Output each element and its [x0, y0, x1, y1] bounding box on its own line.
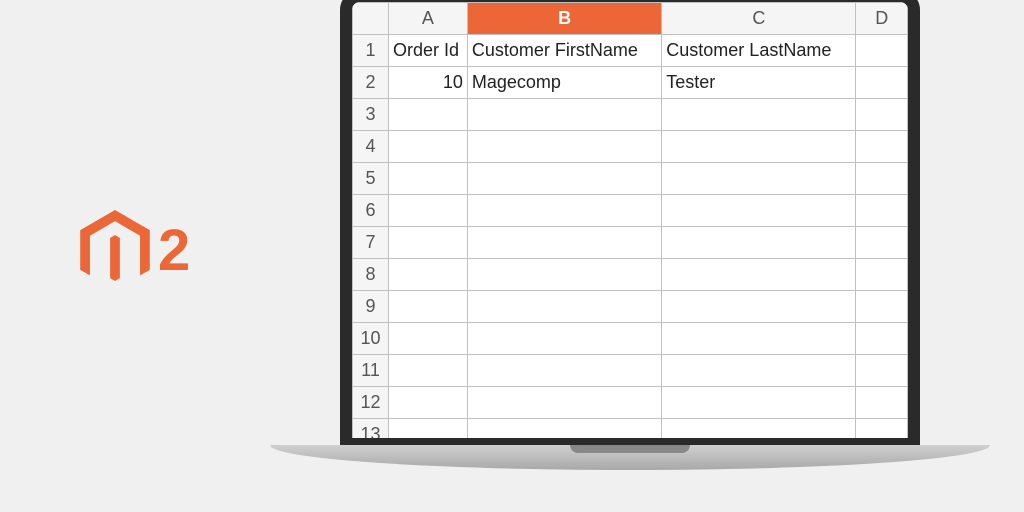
laptop-base [270, 445, 990, 470]
cell-D6[interactable] [856, 195, 908, 227]
cell-B4[interactable] [467, 131, 661, 163]
cell-D9[interactable] [856, 291, 908, 323]
row-header-2[interactable]: 2 [353, 67, 389, 99]
row-header-1[interactable]: 1 [353, 35, 389, 67]
cell-C10[interactable] [662, 323, 856, 355]
row-header-9[interactable]: 9 [353, 291, 389, 323]
cell-A8[interactable] [389, 259, 468, 291]
select-all-corner[interactable] [353, 3, 389, 35]
table-row[interactable]: 1 Order Id Customer FirstName Customer L… [353, 35, 908, 67]
cell-B6[interactable] [467, 195, 661, 227]
table-row[interactable]: 12 [353, 387, 908, 419]
row-header-3[interactable]: 3 [353, 99, 389, 131]
cell-C2[interactable]: Tester [662, 67, 856, 99]
spreadsheet[interactable]: A B C D 1 Order Id Customer FirstName Cu… [352, 2, 908, 438]
cell-A3[interactable] [389, 99, 468, 131]
row-header-7[interactable]: 7 [353, 227, 389, 259]
cell-B9[interactable] [467, 291, 661, 323]
table-row[interactable]: 8 [353, 259, 908, 291]
col-header-C[interactable]: C [662, 3, 856, 35]
cell-C1[interactable]: Customer LastName [662, 35, 856, 67]
cell-C7[interactable] [662, 227, 856, 259]
cell-D8[interactable] [856, 259, 908, 291]
cell-A4[interactable] [389, 131, 468, 163]
laptop-screen: A B C D 1 Order Id Customer FirstName Cu… [340, 0, 920, 450]
table-row[interactable]: 3 [353, 99, 908, 131]
cell-B2[interactable]: Magecomp [467, 67, 661, 99]
cell-B12[interactable] [467, 387, 661, 419]
cell-D7[interactable] [856, 227, 908, 259]
cell-A12[interactable] [389, 387, 468, 419]
cell-A1[interactable]: Order Id [389, 35, 468, 67]
logo-version-text: 2 [158, 217, 190, 284]
cell-C12[interactable] [662, 387, 856, 419]
row-header-8[interactable]: 8 [353, 259, 389, 291]
cell-D3[interactable] [856, 99, 908, 131]
cell-C3[interactable] [662, 99, 856, 131]
cell-B5[interactable] [467, 163, 661, 195]
cell-A2[interactable]: 10 [389, 67, 468, 99]
table-row[interactable]: 10 [353, 323, 908, 355]
table-row[interactable]: 2 10 Magecomp Tester [353, 67, 908, 99]
cell-D11[interactable] [856, 355, 908, 387]
magento-icon [80, 210, 150, 290]
cell-B8[interactable] [467, 259, 661, 291]
table-row[interactable]: 11 [353, 355, 908, 387]
row-header-5[interactable]: 5 [353, 163, 389, 195]
cell-D5[interactable] [856, 163, 908, 195]
cell-A9[interactable] [389, 291, 468, 323]
cell-C8[interactable] [662, 259, 856, 291]
cell-A10[interactable] [389, 323, 468, 355]
cell-B3[interactable] [467, 99, 661, 131]
table-row[interactable]: 9 [353, 291, 908, 323]
laptop-notch [570, 445, 690, 453]
cell-A5[interactable] [389, 163, 468, 195]
table-row[interactable]: 7 [353, 227, 908, 259]
row-header-4[interactable]: 4 [353, 131, 389, 163]
cell-A6[interactable] [389, 195, 468, 227]
table-row[interactable]: 5 [353, 163, 908, 195]
cell-B10[interactable] [467, 323, 661, 355]
cell-A11[interactable] [389, 355, 468, 387]
cell-C5[interactable] [662, 163, 856, 195]
cell-D1[interactable] [856, 35, 908, 67]
cell-D2[interactable] [856, 67, 908, 99]
table-row[interactable]: 4 [353, 131, 908, 163]
cell-C6[interactable] [662, 195, 856, 227]
cell-A7[interactable] [389, 227, 468, 259]
row-header-11[interactable]: 11 [353, 355, 389, 387]
table-row[interactable]: 6 [353, 195, 908, 227]
cell-C11[interactable] [662, 355, 856, 387]
laptop-frame: A B C D 1 Order Id Customer FirstName Cu… [270, 0, 990, 510]
column-header-row[interactable]: A B C D [353, 3, 908, 35]
cell-B7[interactable] [467, 227, 661, 259]
row-header-12[interactable]: 12 [353, 387, 389, 419]
row-header-10[interactable]: 10 [353, 323, 389, 355]
cell-D12[interactable] [856, 387, 908, 419]
col-header-A[interactable]: A [389, 3, 468, 35]
cell-B11[interactable] [467, 355, 661, 387]
cell-B1[interactable]: Customer FirstName [467, 35, 661, 67]
row-header-6[interactable]: 6 [353, 195, 389, 227]
cell-C9[interactable] [662, 291, 856, 323]
cell-D4[interactable] [856, 131, 908, 163]
cell-C4[interactable] [662, 131, 856, 163]
col-header-D[interactable]: D [856, 3, 908, 35]
sheet-grid[interactable]: A B C D 1 Order Id Customer FirstName Cu… [352, 2, 908, 450]
magento-logo: 2 [80, 210, 190, 290]
col-header-B[interactable]: B [467, 3, 661, 35]
cell-D10[interactable] [856, 323, 908, 355]
